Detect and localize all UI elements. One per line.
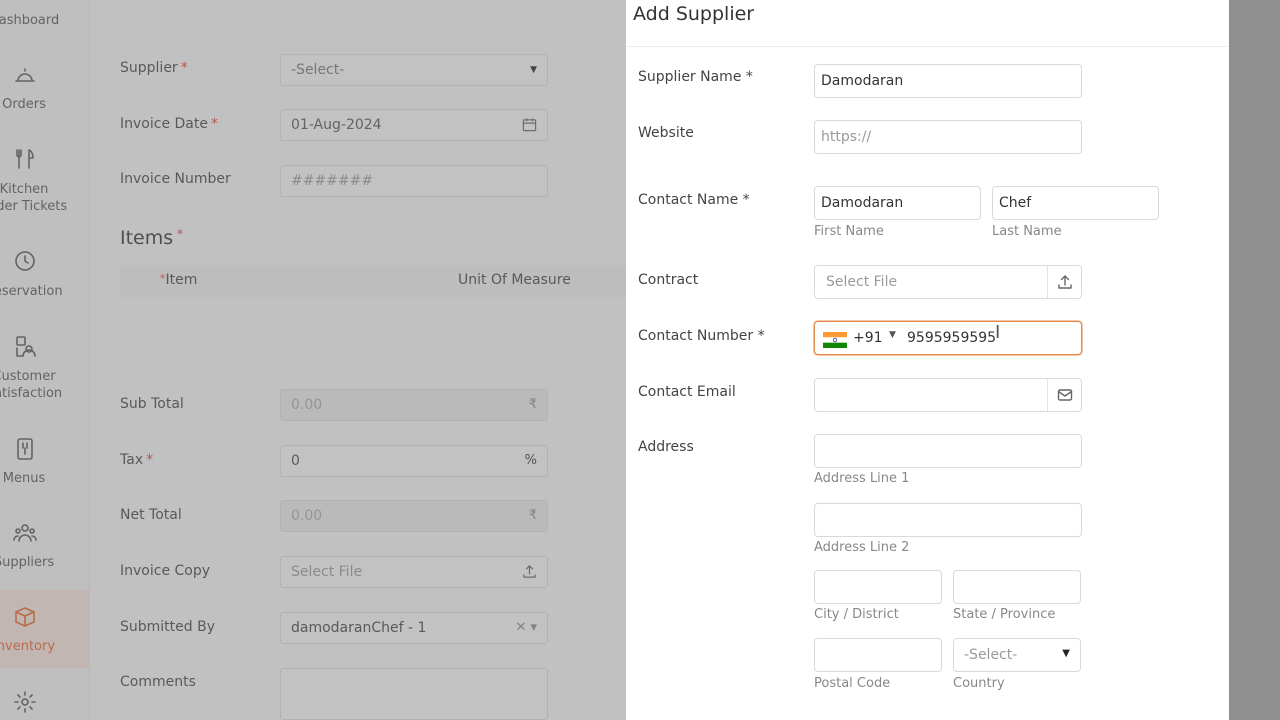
contact-email-label: Contact Email bbox=[638, 384, 736, 400]
first-name-hint: First Name bbox=[814, 224, 884, 239]
address-line-2-input[interactable] bbox=[814, 503, 1082, 537]
upload-icon[interactable] bbox=[1047, 266, 1081, 298]
contract-placeholder: Select File bbox=[826, 274, 898, 290]
state-hint: State / Province bbox=[953, 607, 1056, 622]
city-hint: City / District bbox=[814, 607, 899, 622]
postal-code-hint: Postal Code bbox=[814, 676, 891, 691]
add-supplier-drawer: Add Supplier Supplier Name * Damodaran W… bbox=[626, 0, 1229, 720]
address-line-1-hint: Address Line 1 bbox=[814, 471, 910, 486]
india-flag-icon[interactable] bbox=[823, 332, 847, 348]
contact-number-value: 9595959595 bbox=[907, 330, 997, 346]
country-hint: Country bbox=[953, 676, 1005, 691]
country-select[interactable]: -Select- ▼ bbox=[953, 638, 1081, 672]
website-label: Website bbox=[638, 125, 694, 141]
address-line-1-input[interactable] bbox=[814, 434, 1082, 468]
contact-name-label: Contact Name * bbox=[638, 192, 750, 208]
website-placeholder: https:// bbox=[821, 129, 872, 145]
envelope-icon bbox=[1047, 379, 1081, 411]
contact-number-input[interactable]: +91 ▼ 9595959595 I bbox=[814, 321, 1082, 355]
website-input[interactable]: https:// bbox=[814, 120, 1082, 154]
text-cursor-icon: I bbox=[995, 322, 1001, 343]
address-label: Address bbox=[638, 439, 694, 455]
postal-code-input[interactable] bbox=[814, 638, 942, 672]
chevron-down-icon: ▼ bbox=[1062, 648, 1070, 659]
dial-code[interactable]: +91 bbox=[853, 330, 883, 346]
contact-number-label: Contact Number * bbox=[638, 328, 765, 344]
supplier-name-input[interactable]: Damodaran bbox=[814, 64, 1082, 98]
last-name-input[interactable]: Chef bbox=[992, 186, 1159, 220]
contact-email-input[interactable] bbox=[814, 378, 1082, 412]
drawer-title: Add Supplier bbox=[633, 3, 755, 25]
divider bbox=[626, 46, 1229, 47]
address-line-2-hint: Address Line 2 bbox=[814, 540, 910, 555]
first-name-value: Damodaran bbox=[821, 195, 904, 211]
supplier-name-label: Supplier Name * bbox=[638, 69, 753, 85]
state-input[interactable] bbox=[953, 570, 1081, 604]
drawer-backdrop-right[interactable] bbox=[1229, 0, 1280, 720]
city-input[interactable] bbox=[814, 570, 942, 604]
contract-file-input[interactable]: Select File bbox=[814, 265, 1082, 299]
supplier-name-value: Damodaran bbox=[821, 73, 904, 89]
first-name-input[interactable]: Damodaran bbox=[814, 186, 981, 220]
contract-label: Contract bbox=[638, 272, 699, 288]
country-select-value: -Select- bbox=[964, 647, 1018, 663]
last-name-hint: Last Name bbox=[992, 224, 1062, 239]
chevron-down-icon[interactable]: ▼ bbox=[889, 330, 896, 340]
last-name-value: Chef bbox=[999, 195, 1032, 211]
